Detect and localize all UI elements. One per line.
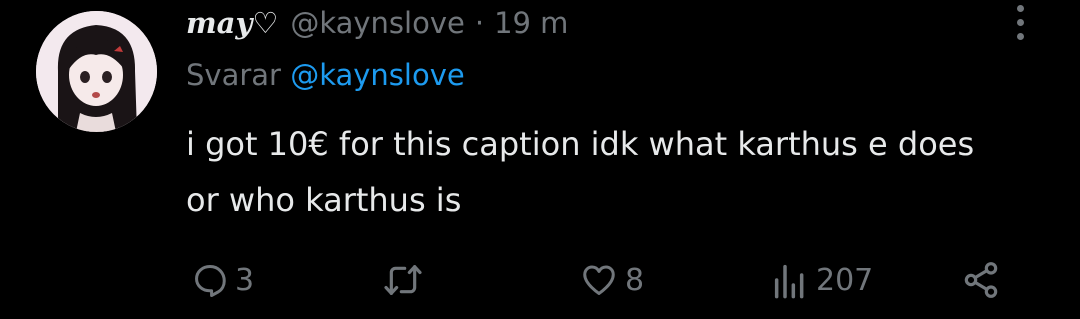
comment-bubble-icon bbox=[195, 265, 226, 298]
reply-button[interactable]: 3 bbox=[191, 252, 254, 308]
separator-dot: · bbox=[474, 6, 485, 40]
vertical-dots-icon bbox=[1016, 4, 1024, 12]
timestamp[interactable]: 19 m bbox=[494, 6, 568, 40]
avatar[interactable] bbox=[36, 11, 157, 132]
reply-count: 3 bbox=[235, 262, 255, 298]
more-options-button[interactable] bbox=[1005, 0, 1035, 44]
display-name[interactable]: may♡ bbox=[186, 6, 278, 40]
replying-to: Svarar @kaynslove bbox=[186, 58, 465, 92]
tweet-header: may♡ @kaynslove · 19 m bbox=[186, 2, 568, 44]
views-count: 207 bbox=[816, 262, 874, 298]
reply-prefix: Svarar bbox=[186, 58, 281, 92]
user-handle[interactable]: @kaynslove bbox=[290, 6, 465, 40]
avatar-image bbox=[36, 11, 157, 132]
bar-chart-icon bbox=[774, 264, 804, 299]
action-bar: 3 8 207 bbox=[186, 252, 1016, 308]
reply-to-handle[interactable]: @kaynslove bbox=[290, 58, 465, 92]
retweet-arrows-icon bbox=[384, 265, 422, 295]
tweet-text: i got 10€ for this caption idk what kart… bbox=[186, 125, 975, 219]
share-button[interactable] bbox=[960, 252, 1002, 308]
heart-icon bbox=[583, 265, 615, 295]
retweet-button[interactable] bbox=[381, 252, 431, 308]
views-button[interactable]: 207 bbox=[770, 252, 873, 308]
like-count: 8 bbox=[625, 262, 645, 298]
like-button[interactable]: 8 bbox=[579, 252, 644, 308]
share-icon bbox=[964, 262, 998, 298]
